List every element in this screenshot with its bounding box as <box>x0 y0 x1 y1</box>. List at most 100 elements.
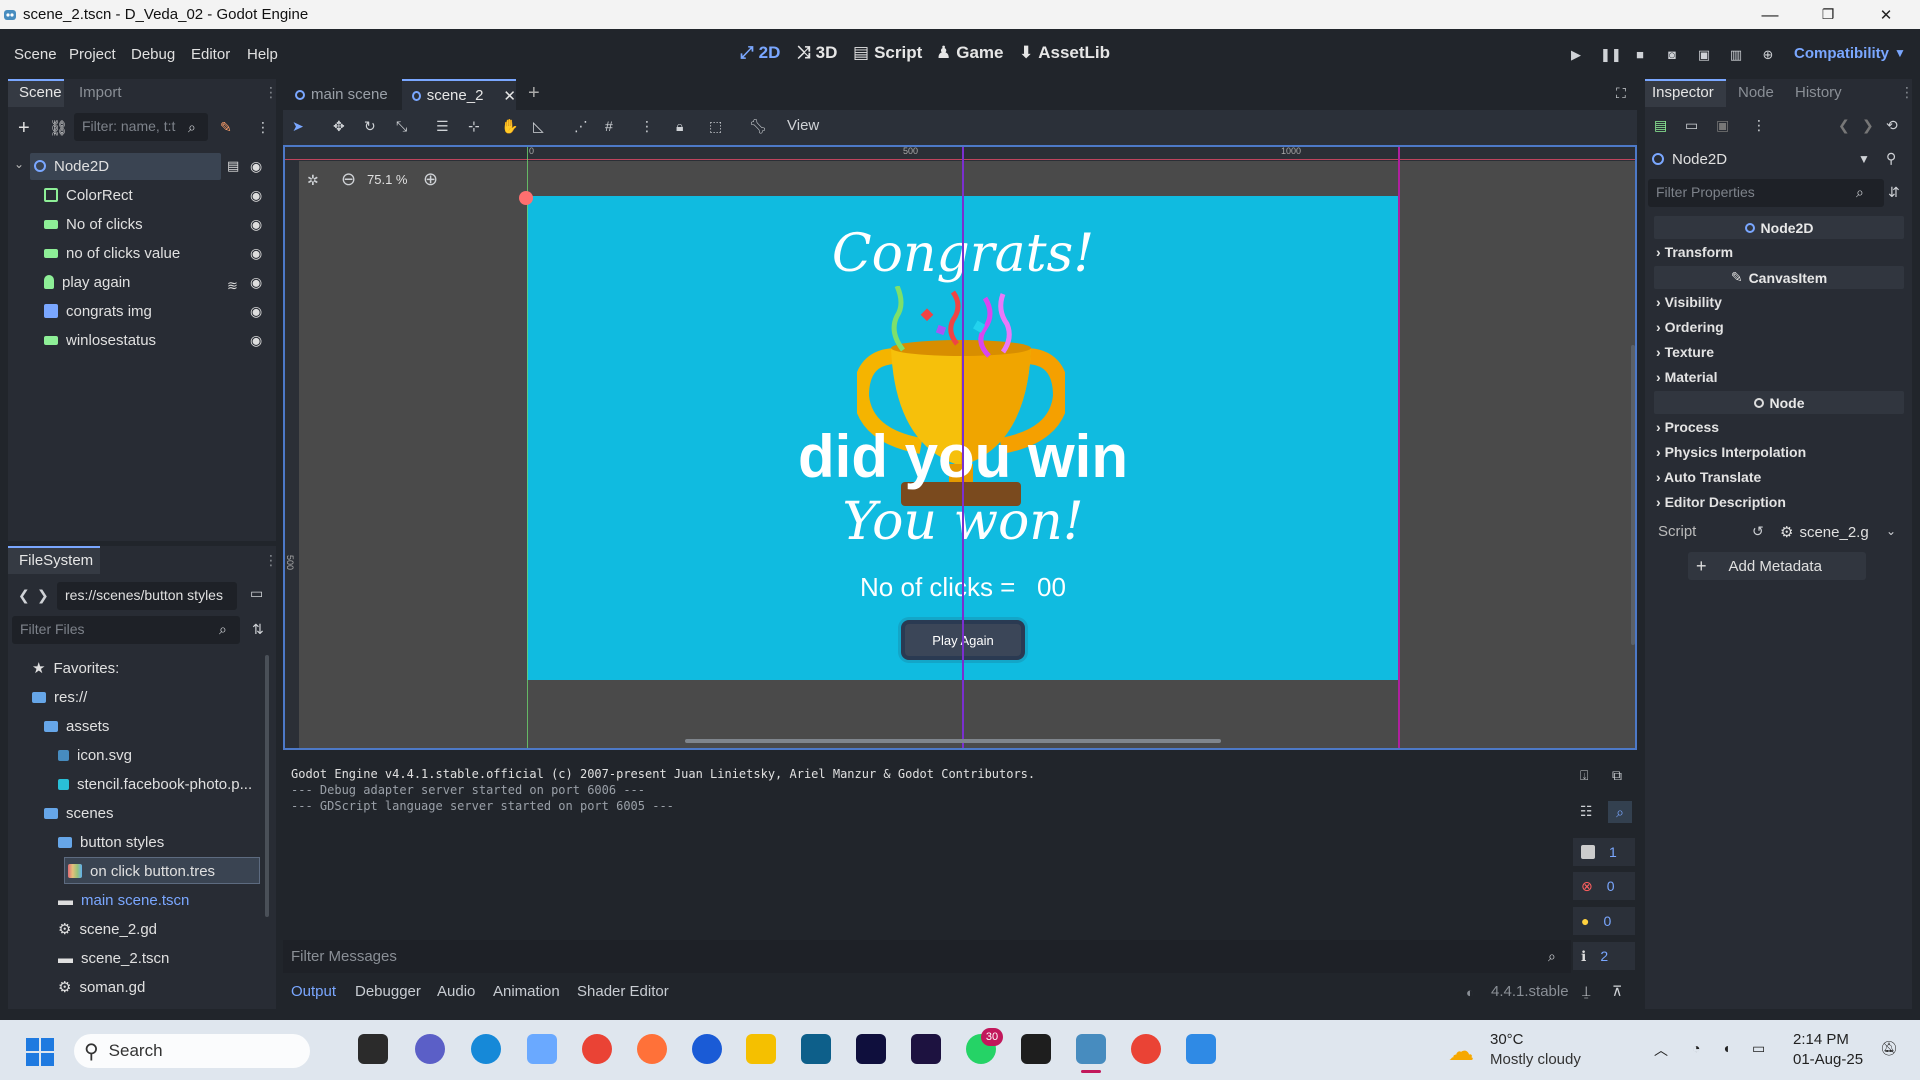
fs-scene2-tscn[interactable]: ▬ scene_2.tscn <box>58 945 169 971</box>
wifi-icon[interactable]: ◔ <box>1692 1040 1700 1056</box>
tab-filesystem[interactable]: FileSystem <box>19 552 93 569</box>
category-physics-interpolation[interactable]: › Physics Interpolation <box>1656 444 1806 460</box>
expand-panel-icon[interactable]: ⊼ <box>1612 983 1622 1000</box>
category-process[interactable]: › Process <box>1656 419 1719 435</box>
filter-files-input[interactable]: Filter Files <box>12 616 240 644</box>
fs-favorites[interactable]: ★ Favorites: <box>32 655 119 681</box>
chevron-down-icon[interactable]: ⌄ <box>1886 524 1896 538</box>
windows-start-icon[interactable] <box>26 1038 54 1066</box>
add-metadata-button[interactable]: + Add Metadata <box>1688 552 1866 580</box>
close-tab-icon[interactable]: ✕ <box>503 87 516 105</box>
add-node-icon[interactable]: + <box>18 117 30 140</box>
tree-node-congrats-img[interactable]: congrats img <box>44 298 152 324</box>
app-icon[interactable] <box>692 1034 722 1064</box>
task-view-icon[interactable] <box>358 1034 388 1064</box>
vertical-scrollbar[interactable] <box>1631 345 1635 645</box>
distraction-free-icon[interactable]: ⛶ <box>1616 85 1626 102</box>
workspace-assetlib[interactable]: ⬇ AssetLib <box>1019 43 1110 63</box>
clock-date[interactable]: 01-Aug-25 <box>1793 1051 1863 1068</box>
pivot-tool-icon[interactable]: ⊹ <box>468 118 480 135</box>
tab-scene[interactable]: Scene <box>19 84 62 101</box>
collapse-duplicates-icon[interactable]: ☷ <box>1580 803 1593 820</box>
fs-soman-gd[interactable]: ⚙ soman.gd <box>58 974 145 1000</box>
firefox-icon[interactable] <box>637 1034 667 1064</box>
menu-help[interactable]: Help <box>247 46 278 63</box>
visibility-eye-icon[interactable]: ◉ <box>250 303 262 320</box>
fs-scenes-folder[interactable]: scenes <box>44 800 114 826</box>
signal-icon[interactable]: ≋ <box>227 278 238 294</box>
canvas-viewport[interactable]: 0 500 1000 500 Congrats! did you win You… <box>283 145 1637 750</box>
figma-icon[interactable] <box>1021 1034 1051 1064</box>
app-icon[interactable] <box>801 1034 831 1064</box>
edge-icon[interactable] <box>471 1034 501 1064</box>
tree-node-colorrect[interactable]: ColorRect <box>44 182 133 208</box>
tree-node-winlosestatus[interactable]: winlosestatus <box>44 327 156 353</box>
sort-icon[interactable]: ⇅ <box>252 621 264 638</box>
category-transform[interactable]: › Transform <box>1656 244 1733 260</box>
battery-icon[interactable]: ▭ <box>1752 1040 1765 1057</box>
errors-filter-toggle[interactable]: ⊗ 0 <box>1573 872 1635 900</box>
bottom-tab-audio[interactable]: Audio <box>437 983 475 1000</box>
chevron-down-icon[interactable]: ▼ <box>1894 46 1906 60</box>
dock-menu-icon[interactable]: ⋮ <box>264 84 278 101</box>
clear-output-icon[interactable]: ⍗ <box>1580 767 1588 784</box>
bottom-tab-animation[interactable]: Animation <box>493 983 560 1000</box>
inspector-menu-icon[interactable]: ⋮ <box>1752 117 1766 134</box>
filter-messages-input[interactable]: Filter Messages <box>283 940 1571 973</box>
tree-node-node2d[interactable]: Node2D <box>34 153 109 179</box>
back-icon[interactable]: ❮ <box>18 587 30 604</box>
tree-node-clicks-value[interactable]: no of clicks value <box>44 240 180 266</box>
info-filter-toggle[interactable]: ℹ2 <box>1573 942 1635 970</box>
object-history-icon[interactable]: ⟲ <box>1886 117 1898 134</box>
tree-node-play-again[interactable]: play again <box>44 269 130 295</box>
selectable-nodes-icon[interactable]: ☰ <box>436 118 449 135</box>
select-tool-icon[interactable]: ➤ <box>292 118 304 135</box>
run-scene-icon[interactable]: ▣ <box>1696 47 1712 63</box>
category-auto-translate[interactable]: › Auto Translate <box>1656 469 1761 485</box>
tab-main-scene[interactable]: main scene <box>283 79 399 110</box>
workspace-2d[interactable]: ⤢ 2D <box>740 43 780 63</box>
tab-node[interactable]: Node <box>1738 84 1774 101</box>
renderer-selector[interactable]: Compatibility <box>1794 45 1889 62</box>
move-tool-icon[interactable]: ✥ <box>333 118 345 135</box>
link-icon[interactable]: ⛓ <box>49 119 68 137</box>
workspace-3d[interactable]: ⤨ 3D <box>797 43 837 63</box>
menu-scene[interactable]: Scene <box>14 46 57 63</box>
category-texture[interactable]: › Texture <box>1656 344 1714 360</box>
history-forward-icon[interactable]: ❯ <box>1862 117 1874 134</box>
tab-scene-2[interactable]: scene_2 ✕ <box>402 79 516 110</box>
visibility-eye-icon[interactable]: ◉ <box>250 332 262 349</box>
menu-editor[interactable]: Editor <box>191 46 230 63</box>
chrome-profile-icon[interactable] <box>1131 1034 1161 1064</box>
notifications-icon[interactable]: 🔕︎ <box>1880 1040 1898 1057</box>
property-options-icon[interactable]: ⇵ <box>1888 184 1900 201</box>
photos-icon[interactable] <box>1186 1034 1216 1064</box>
warnings-filter-toggle[interactable]: ● 0 <box>1573 907 1635 935</box>
menu-project[interactable]: Project <box>69 46 116 63</box>
pause-icon[interactable]: ❚❚ <box>1600 47 1622 63</box>
view-menu[interactable]: View <box>787 117 819 134</box>
scale-tool-icon[interactable]: ⤡ <box>396 118 407 135</box>
origin-gizmo[interactable] <box>519 191 533 205</box>
zoom-level[interactable]: 75.1 % <box>367 172 407 187</box>
fs-res-root[interactable]: res:// <box>32 684 87 710</box>
forward-icon[interactable]: ❯ <box>37 587 49 604</box>
menu-debug[interactable]: Debug <box>131 46 175 63</box>
group-icon[interactable]: ⬚ <box>709 118 722 135</box>
fs-on-click-button[interactable]: on click button.tres <box>68 858 215 884</box>
tab-import[interactable]: Import <box>79 84 122 101</box>
open-folder-icon[interactable]: ▭ <box>1685 117 1698 134</box>
category-editor-description[interactable]: › Editor Description <box>1656 494 1786 510</box>
history-back-icon[interactable]: ❮ <box>1838 117 1850 134</box>
minimize-button[interactable]: — <box>1741 0 1799 29</box>
save-icon[interactable]: ▣ <box>1716 117 1729 134</box>
visibility-eye-icon[interactable]: ◉ <box>250 187 262 204</box>
tab-history[interactable]: History <box>1795 84 1842 101</box>
fs-stencil-photo[interactable]: stencil.facebook-photo.p... <box>58 771 252 797</box>
rotate-tool-icon[interactable]: ↻ <box>364 118 376 135</box>
visibility-eye-icon[interactable]: ◉ <box>250 158 262 175</box>
search-toggle-icon[interactable]: ⌕ <box>1608 801 1632 823</box>
category-ordering[interactable]: › Ordering <box>1656 319 1724 335</box>
maximize-button[interactable]: ❐ <box>1799 0 1857 29</box>
revert-icon[interactable]: ↺ <box>1752 523 1764 540</box>
